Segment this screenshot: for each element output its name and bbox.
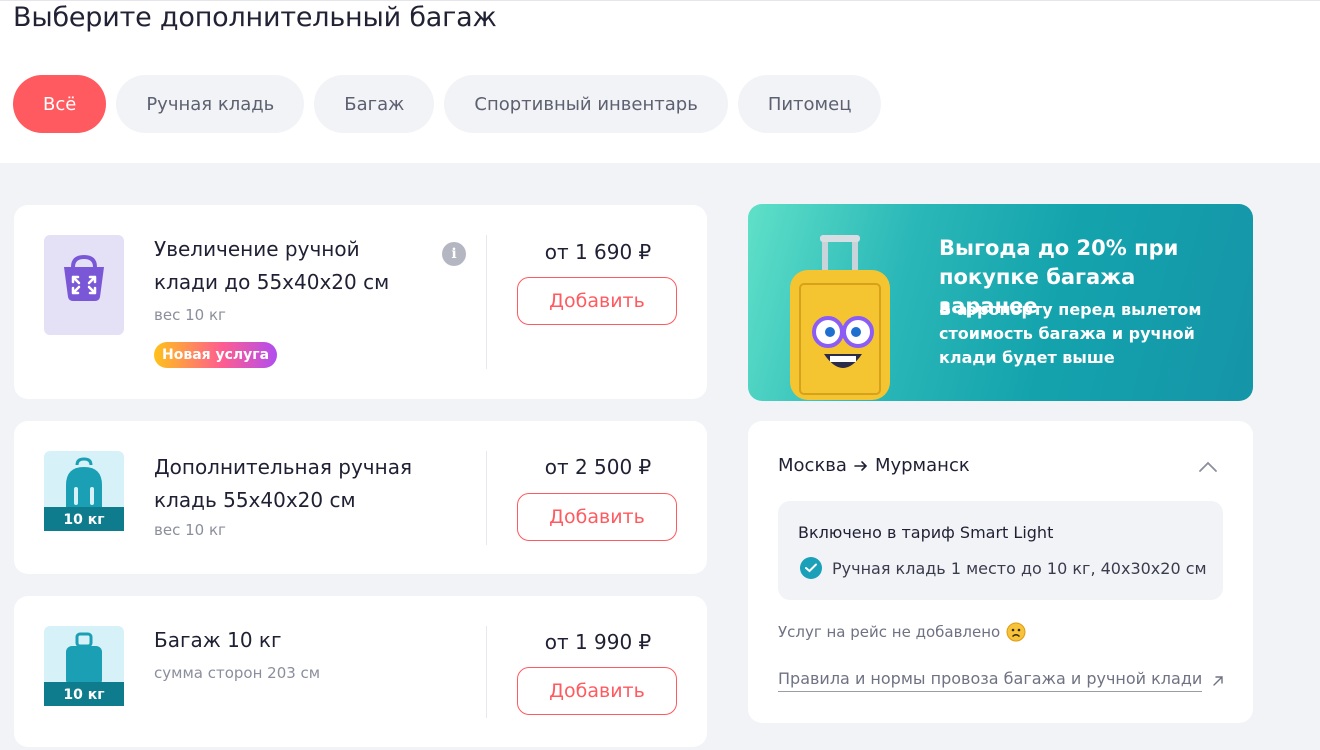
baggage-item-card: 10 кг Багаж 10 кг сумма сторон 203 см от… <box>14 596 707 747</box>
baggage-item-card: Увеличение ручной клади до 55х40х20 см i… <box>14 205 707 399</box>
tab-all[interactable]: Всё <box>13 75 107 133</box>
route-from: Москва <box>778 455 847 476</box>
included-title: Включено в тариф Smart Light <box>798 523 1054 542</box>
arrow-right-icon <box>854 460 868 471</box>
card-divider <box>486 235 487 369</box>
tab-sports-equipment[interactable]: Спортивный инвентарь <box>444 75 728 133</box>
item-price: от 1 990 ₽ <box>544 630 652 654</box>
add-button[interactable]: Добавить <box>517 667 677 715</box>
weight-label: 10 кг <box>63 687 104 703</box>
new-service-badge: Новая услуга <box>154 342 278 368</box>
top-border <box>0 0 1320 1</box>
included-box: Включено в тариф Smart Light Ручная клад… <box>778 501 1223 600</box>
suitcase-icon: 10 кг <box>44 626 124 726</box>
item-name: Увеличение ручной клади до 55х40х20 см <box>154 237 390 294</box>
item-price: от 2 500 ₽ <box>544 455 652 479</box>
route-to: Мурманск <box>874 455 970 476</box>
backpack-icon: 10 кг <box>44 451 124 551</box>
route-summary-card: Москва Мурманск Включено в тариф Smart L… <box>748 421 1253 723</box>
item-name: Дополнительная ручная кладь 55х40х20 см <box>154 455 412 512</box>
baggage-item-card: 10 кг Дополнительная ручная кладь 55х40х… <box>14 421 707 574</box>
promo-text: В аэропорту перед вылетом стоимость бага… <box>939 300 1202 367</box>
check-icon <box>800 557 822 579</box>
bag-expand-icon <box>44 235 124 335</box>
suitcase-mascot-icon <box>790 235 890 400</box>
included-item: Ручная кладь 1 место до 10 кг, 40х30х20 … <box>800 557 1207 579</box>
included-item-text: Ручная кладь 1 место до 10 кг, 40х30х20 … <box>832 558 1207 578</box>
no-services-text: Услуг на рейс не добавлено <box>778 623 1001 641</box>
page-title: Выберите дополнительный багаж <box>13 2 497 33</box>
no-services-status: Услуг на рейс не добавлено <box>778 622 1026 642</box>
category-tabs: Всё Ручная кладь Багаж Спортивный инвент… <box>13 75 882 133</box>
tab-pet[interactable]: Питомец <box>737 75 882 133</box>
add-button[interactable]: Добавить <box>517 277 677 325</box>
chevron-up-icon[interactable] <box>1196 455 1220 479</box>
item-price: от 1 690 ₽ <box>544 240 652 264</box>
info-icon[interactable]: i <box>442 242 466 266</box>
card-divider <box>486 626 487 718</box>
route-title: Москва Мурманск <box>778 455 970 476</box>
external-link-icon <box>1213 675 1223 686</box>
baggage-rules-link[interactable]: Правила и нормы провоза багажа и ручной … <box>778 669 1224 692</box>
sad-face-icon <box>1006 622 1026 642</box>
add-button[interactable]: Добавить <box>517 493 677 541</box>
weight-label: 10 кг <box>63 512 104 528</box>
tab-hand-luggage[interactable]: Ручная кладь <box>116 75 305 133</box>
tab-baggage[interactable]: Багаж <box>314 75 435 133</box>
item-weight: вес 10 кг <box>154 306 226 324</box>
item-weight: вес 10 кг <box>154 521 226 539</box>
promo-banner: Выгода до 20% при покупке багажа заранее… <box>748 204 1253 401</box>
item-name: Багаж 10 кг <box>154 628 282 652</box>
card-divider <box>486 451 487 545</box>
item-dimensions: сумма сторон 203 см <box>154 664 321 682</box>
rules-link-text[interactable]: Правила и нормы провоза багажа и ручной … <box>778 669 1203 692</box>
